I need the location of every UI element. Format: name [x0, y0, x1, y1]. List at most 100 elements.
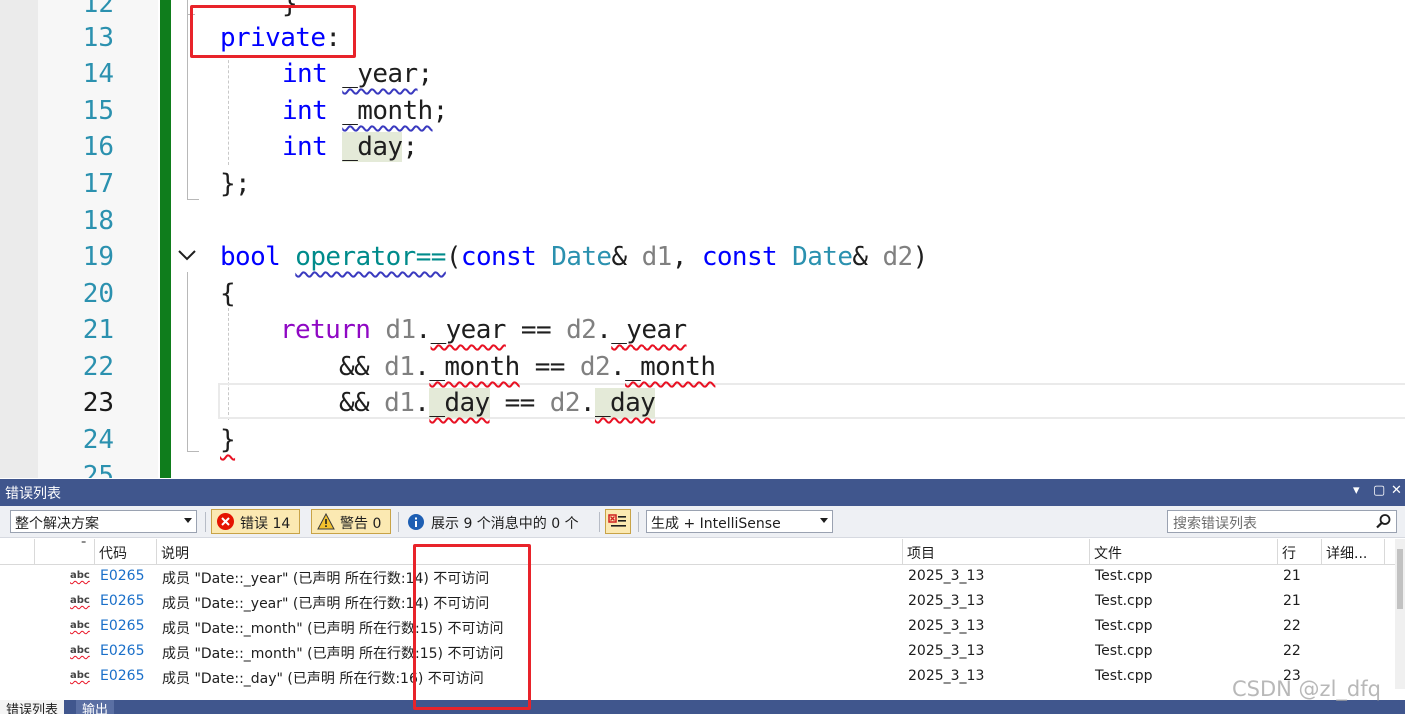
change-tracking-bar: [160, 0, 171, 478]
line-number: 19: [82, 242, 114, 272]
watermark: CSDN @zl_dfq: [1232, 677, 1381, 701]
code-editor[interactable]: 12 13 14 15 16 17 18 19 20 21 22 23 24 2…: [0, 0, 1405, 478]
error-file: Test.cpp: [1095, 568, 1153, 584]
panel-title: 错误列表: [5, 486, 61, 502]
error-line: 22: [1283, 618, 1301, 634]
dropdown-arrow-icon[interactable]: ▾: [1353, 483, 1360, 498]
outline-fold-line: [187, 0, 188, 200]
error-code-link[interactable]: E0265: [100, 618, 144, 634]
header-col-icon[interactable]: ⁼: [34, 539, 94, 565]
header-project-label: 项目: [907, 546, 935, 562]
code-line-24: }: [220, 425, 236, 455]
filter-list-icon: [608, 514, 626, 527]
line-number: 18: [82, 206, 114, 236]
error-row[interactable]: abc E0265 成员 "Date::_month" (已声明 所在行数:15…: [0, 616, 1395, 641]
outline-fold-end: [187, 199, 199, 200]
line-number-active: 23: [82, 388, 114, 418]
header-col-details[interactable]: 详细...: [1321, 539, 1385, 565]
search-placeholder: 搜索错误列表: [1173, 516, 1257, 532]
error-row[interactable]: abc E0265 成员 "Date::_year" (已声明 所在行数:14)…: [0, 566, 1395, 591]
year-member: _year: [342, 59, 418, 89]
error-line: 21: [1283, 568, 1301, 584]
error-project: 2025_3_13: [908, 618, 985, 634]
spelling-error-icon: abc: [70, 645, 90, 656]
header-col-blank[interactable]: [0, 539, 34, 565]
vertical-scrollbar[interactable]: [1395, 539, 1405, 689]
messages-count-label: 展示 9 个消息中的 0 个: [431, 516, 579, 532]
header-details-label: 详细...: [1326, 546, 1368, 562]
toolbar-separator: [205, 512, 206, 532]
code-line-14: int _year;: [282, 59, 433, 89]
error-list-toolbar: 整个解决方案 错误 14 警告 0 展示 9 个消息中的 0 个 生成 + In…: [0, 506, 1405, 538]
line-number: 15: [82, 96, 114, 126]
error-file: Test.cpp: [1095, 668, 1153, 684]
error-project: 2025_3_13: [908, 593, 985, 609]
line-number: 14: [82, 59, 114, 89]
header-col-line[interactable]: 行: [1277, 539, 1321, 565]
warnings-filter-toggle[interactable]: 警告 0: [311, 509, 391, 534]
error-project: 2025_3_13: [908, 568, 985, 584]
error-row[interactable]: abc E0265 成员 "Date::_day" (已声明 所在行数:16) …: [0, 666, 1395, 691]
scope-select-value: 整个解决方案: [15, 516, 99, 532]
indent-guide: [228, 55, 229, 165]
warning-icon: [317, 512, 335, 530]
line-number: 24: [82, 425, 114, 455]
code-line-23: && d1._day == d2._day: [339, 388, 656, 418]
spelling-error-icon: abc: [70, 670, 90, 681]
scrollbar-thumb[interactable]: [1397, 549, 1403, 609]
spelling-error-icon: abc: [70, 595, 90, 606]
filter-current-document-button[interactable]: [605, 509, 631, 534]
outline-fold-line: [187, 272, 188, 452]
line-number: 22: [82, 352, 114, 382]
build-source-select[interactable]: 生成 + IntelliSense: [646, 510, 833, 533]
code-line-20: {: [220, 279, 236, 309]
line-number: 13: [82, 23, 114, 53]
error-code-link[interactable]: E0265: [100, 668, 144, 684]
line-number: 12: [82, 0, 114, 19]
info-icon: [408, 514, 424, 530]
sort-filter-icon: ⁼: [81, 539, 87, 550]
line-number: 25: [82, 461, 114, 478]
error-code-link[interactable]: E0265: [100, 593, 144, 609]
header-line-label: 行: [1282, 546, 1296, 562]
errors-count-label: 错误 14: [240, 516, 291, 532]
error-grid-header: ⁼ 代码 说明 项目 文件 行 详细...: [0, 539, 1395, 565]
tab-error-list[interactable]: 错误列表: [0, 700, 65, 714]
line-number: 16: [82, 132, 114, 162]
error-icon: [217, 513, 234, 530]
error-list-panel: 错误列表 ▾ ▢ ✕ 整个解决方案 错误 14 警告 0 展示 9 个消息中的 …: [0, 479, 1405, 714]
header-col-code[interactable]: 代码: [94, 539, 156, 565]
toolbar-separator: [599, 512, 600, 532]
spelling-error-icon: abc: [70, 620, 90, 631]
collapse-chevron-icon[interactable]: [176, 244, 198, 266]
chevron-down-icon: [820, 518, 828, 523]
spelling-error-icon: abc: [70, 570, 90, 581]
scope-select[interactable]: 整个解决方案: [10, 510, 197, 533]
error-row[interactable]: abc E0265 成员 "Date::_month" (已声明 所在行数:15…: [0, 641, 1395, 666]
error-line: 21: [1283, 593, 1301, 609]
messages-filter-toggle[interactable]: 展示 9 个消息中的 0 个: [402, 509, 596, 534]
day-member: _day: [342, 132, 403, 162]
error-project: 2025_3_13: [908, 643, 985, 659]
panel-title-bar: 错误列表 ▾ ▢ ✕: [0, 479, 1405, 506]
line-number: 17: [82, 169, 114, 199]
error-code-link[interactable]: E0265: [100, 643, 144, 659]
maximize-icon[interactable]: ▢: [1373, 483, 1385, 498]
code-line-17: };: [220, 169, 251, 199]
annotation-box-private: [190, 5, 356, 58]
header-col-project[interactable]: 项目: [902, 539, 1089, 565]
error-code-link[interactable]: E0265: [100, 568, 144, 584]
error-row[interactable]: abc E0265 成员 "Date::_year" (已声明 所在行数:14)…: [0, 591, 1395, 616]
error-project: 2025_3_13: [908, 668, 985, 684]
close-icon[interactable]: ✕: [1391, 483, 1402, 498]
toolbar-separator: [398, 512, 399, 532]
header-col-file[interactable]: 文件: [1089, 539, 1277, 565]
tab-output[interactable]: 输出: [76, 700, 115, 714]
errors-filter-toggle[interactable]: 错误 14: [211, 509, 300, 534]
glyph-margin: [0, 0, 38, 478]
toolbar-separator: [638, 512, 639, 532]
error-file: Test.cpp: [1095, 593, 1153, 609]
code-line-19: bool operator==(const Date& d1, const Da…: [220, 242, 928, 272]
search-icon: [1376, 514, 1391, 529]
search-error-list-input[interactable]: 搜索错误列表: [1167, 510, 1397, 533]
